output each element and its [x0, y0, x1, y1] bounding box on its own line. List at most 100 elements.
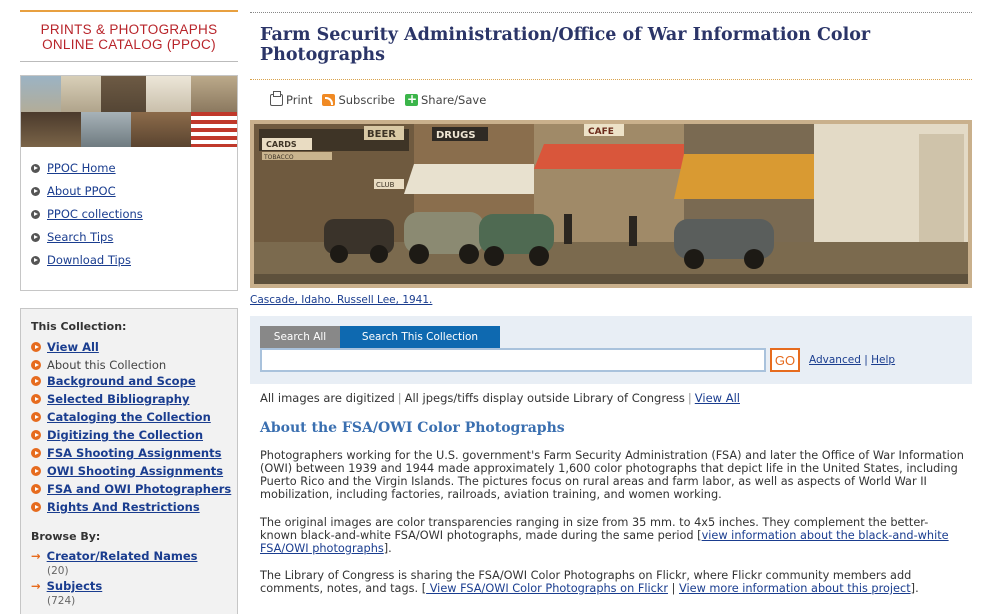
arrow-right-icon: → [31, 549, 41, 563]
street-scene-illustration: BEER CARDS TOBACCO DRUGS CLUB CAFE [254, 124, 968, 284]
collection-link[interactable]: Selected Bibliography [47, 392, 189, 406]
browse-count: (20) [47, 565, 69, 577]
arrow-bullet-icon [31, 186, 40, 196]
hero-image: BEER CARDS TOBACCO DRUGS CLUB CAFE [254, 124, 968, 284]
logo-line-1: PRINTS & PHOTOGRAPHS [40, 22, 218, 37]
print-icon [270, 91, 283, 106]
browse-item-subjects[interactable]: → Subjects (724) [31, 579, 102, 607]
nav-item-about-ppoc[interactable]: About PPOC [31, 183, 116, 199]
go-button[interactable]: GO [770, 348, 800, 372]
collection-item-background[interactable]: Background and Scope [31, 373, 196, 389]
collection-item-view-all[interactable]: View All [31, 339, 99, 355]
page-tools: Print Subscribe Share/Save [270, 91, 496, 108]
collection-link[interactable]: Digitizing the Collection [47, 428, 203, 442]
collection-item-fsa-shooting[interactable]: FSA Shooting Assignments [31, 445, 221, 461]
sign-cafe: CAFE [588, 127, 614, 137]
collection-item-rights[interactable]: Rights And Restrictions [31, 499, 200, 515]
nav-item-search-tips[interactable]: Search Tips [31, 229, 113, 245]
collection-link[interactable]: Cataloging the Collection [47, 410, 211, 424]
arrow-bullet-icon [31, 376, 41, 386]
separator: | [687, 391, 692, 405]
arrow-bullet-icon [31, 209, 40, 219]
collection-link[interactable]: FSA and OWI Photographers [47, 482, 231, 496]
collection-item-digitizing[interactable]: Digitizing the Collection [31, 427, 203, 443]
arrow-right-icon: → [31, 579, 41, 593]
rss-icon [322, 94, 336, 106]
sign-drugs: DRUGS [436, 130, 476, 141]
tab-search-all[interactable]: Search All [260, 326, 340, 348]
share-button[interactable]: Share/Save [404, 92, 487, 107]
collection-item-bibliography[interactable]: Selected Bibliography [31, 391, 189, 407]
share-label: Share/Save [420, 93, 487, 107]
tab-search-this-collection[interactable]: Search This Collection [340, 326, 500, 353]
nav-link[interactable]: PPOC Home [47, 161, 116, 175]
digitized-text: All images are digitized [260, 391, 395, 405]
browse-item-creators[interactable]: → Creator/Related Names (20) [31, 549, 197, 577]
page-title: Farm Security Administration/Office of W… [260, 25, 871, 65]
sign-club: CLUB [376, 181, 395, 189]
hero-photo[interactable]: BEER CARDS TOBACCO DRUGS CLUB CAFE [250, 120, 972, 288]
arrow-bullet-icon [31, 412, 41, 422]
share-icon [404, 92, 418, 106]
arrow-bullet-icon [31, 466, 41, 476]
about-heading: About the FSA/OWI Color Photographs [260, 420, 565, 436]
ppoc-logo[interactable]: PRINTS & PHOTOGRAPHS ONLINE CATALOG (PPO… [20, 10, 238, 62]
about-paragraph-2: The original images are color transparen… [260, 516, 965, 555]
collection-link[interactable]: Rights And Restrictions [47, 500, 200, 514]
ppoc-photo-collage [21, 76, 237, 147]
collection-link[interactable]: FSA Shooting Assignments [47, 446, 221, 460]
collection-heading: This Collection: [31, 320, 127, 333]
arrow-bullet-icon [31, 255, 40, 265]
collection-sidebar: This Collection: View All About this Col… [20, 308, 238, 614]
logo-line-2: ONLINE CATALOG (PPOC) [42, 37, 216, 52]
arrow-bullet-icon [31, 484, 41, 494]
browse-link[interactable]: Creator/Related Names [47, 549, 198, 563]
print-label: Print [286, 93, 313, 107]
browse-link[interactable]: Subjects [47, 579, 103, 593]
paragraph-text: ]. [383, 542, 392, 555]
project-info-link[interactable]: View more information about this project [679, 582, 911, 595]
nav-item-ppoc-home[interactable]: PPOC Home [31, 160, 116, 176]
browse-heading: Browse By: [31, 530, 101, 543]
browse-count: (724) [47, 595, 76, 607]
arrow-bullet-icon [31, 394, 41, 404]
subscribe-button[interactable]: Subscribe [322, 93, 395, 107]
view-all-link[interactable]: View All [695, 391, 740, 405]
arrow-bullet-icon [31, 502, 41, 512]
print-button[interactable]: Print [270, 91, 313, 107]
collection-item-owi-shooting[interactable]: OWI Shooting Assignments [31, 463, 223, 479]
about-paragraph-1: Photographers working for the U.S. gover… [260, 449, 964, 501]
arrow-bullet-icon [31, 163, 40, 173]
separator: | [397, 391, 402, 405]
arrow-bullet-icon [31, 430, 41, 440]
nav-link[interactable]: About PPOC [47, 184, 116, 198]
collection-item-photographers[interactable]: FSA and OWI Photographers [31, 481, 231, 497]
search-input[interactable] [260, 348, 766, 372]
nav-link[interactable]: Search Tips [47, 230, 113, 244]
digitized-notice: All images are digitized | All jpegs/tiffs… [260, 391, 740, 405]
nav-item-download-tips[interactable]: Download Tips [31, 252, 131, 268]
collection-link[interactable]: OWI Shooting Assignments [47, 464, 223, 478]
search-panel: Search All Search This Collection GO Adv… [250, 316, 972, 384]
help-link[interactable]: Help [871, 354, 895, 366]
arrow-bullet-icon [31, 448, 41, 458]
nav-item-ppoc-collections[interactable]: PPOC collections [31, 206, 143, 222]
subscribe-label: Subscribe [338, 93, 395, 107]
sign-cards: CARDS [266, 140, 297, 149]
paragraph-text: ]. [910, 582, 919, 595]
collection-item-about: About this Collection [31, 357, 166, 373]
nav-link[interactable]: Download Tips [47, 253, 131, 267]
flickr-photos-link[interactable]: View FSA/OWI Color Photographs on Flickr [426, 582, 668, 595]
collection-item-cataloging[interactable]: Cataloging the Collection [31, 409, 211, 425]
about-paragraph-3: The Library of Congress is sharing the F… [260, 569, 965, 595]
sign-beer: BEER [367, 129, 396, 140]
page-title-box: Farm Security Administration/Office of W… [250, 12, 972, 80]
nav-link[interactable]: PPOC collections [47, 207, 143, 221]
collection-link[interactable]: Background and Scope [47, 374, 196, 388]
collection-link[interactable]: View All [47, 340, 99, 354]
display-text: All jpegs/tiffs display outside Library … [404, 391, 685, 405]
advanced-search-link[interactable]: Advanced [809, 354, 861, 366]
search-links: Advanced | Help [809, 354, 895, 366]
hero-caption-link[interactable]: Cascade, Idaho. Russell Lee, 1941. [250, 294, 432, 306]
sign-tobacco: TOBACCO [263, 154, 294, 161]
